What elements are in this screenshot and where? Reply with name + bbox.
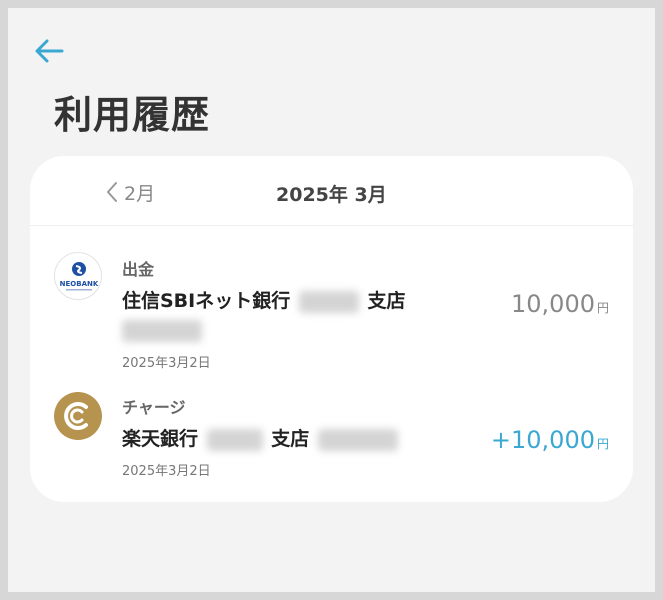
branch-suffix: 支店 — [367, 290, 406, 312]
amount-value: 10,000 — [511, 290, 595, 318]
transaction-item[interactable]: NEOBANK 出金 住信SBIネット銀行 支店 2025年3月2日 10,00… — [30, 234, 633, 374]
coin-logo-icon — [54, 392, 102, 440]
transaction-name: 住信SBIネット銀行 支店 — [122, 286, 406, 313]
month-nav: 2月 2025年 3月 — [30, 156, 633, 226]
bank-name: 住信SBIネット銀行 — [122, 290, 291, 312]
transaction-name: 楽天銀行 支店 — [122, 424, 398, 451]
currency-unit: 円 — [596, 301, 609, 315]
svg-text:NEOBANK: NEOBANK — [60, 280, 99, 288]
transaction-amount: 10,000 円 — [511, 290, 609, 318]
current-month-label: 2025年 3月 — [276, 184, 387, 206]
prev-month-label: 2月 — [124, 182, 156, 205]
chevron-left-icon — [107, 182, 117, 202]
amount-value: +10,000 — [490, 426, 595, 454]
back-button[interactable] — [32, 36, 66, 66]
branch-suffix: 支店 — [271, 428, 310, 450]
page-title: 利用履歴 — [54, 93, 211, 137]
neobank-logo-icon: NEOBANK — [54, 252, 102, 300]
transaction-item[interactable]: チャージ 楽天銀行 支店 2025年3月2日 +10,000 円 — [30, 388, 633, 488]
history-card: 2月 2025年 3月 NEOBANK 出金 住信SBIネット銀行 支店 202… — [30, 156, 633, 502]
prev-month-button[interactable]: 2月 — [106, 178, 155, 206]
redacted-branch — [298, 290, 359, 313]
redacted-branch — [206, 428, 263, 451]
transaction-type: チャージ — [122, 398, 186, 417]
bank-name: 楽天銀行 — [122, 428, 199, 450]
back-arrow-icon — [35, 39, 64, 63]
redacted-account — [122, 320, 202, 342]
transaction-type: 出金 — [122, 260, 155, 279]
redacted-account — [317, 428, 398, 451]
app-screen: 利用履歴 2月 2025年 3月 NEOBANK 出金 住信SBIネット銀行 支… — [8, 8, 655, 592]
transaction-date: 2025年3月2日 — [122, 464, 211, 479]
transaction-amount: +10,000 円 — [491, 426, 609, 454]
transaction-date: 2025年3月2日 — [122, 356, 211, 371]
currency-unit: 円 — [596, 437, 609, 451]
